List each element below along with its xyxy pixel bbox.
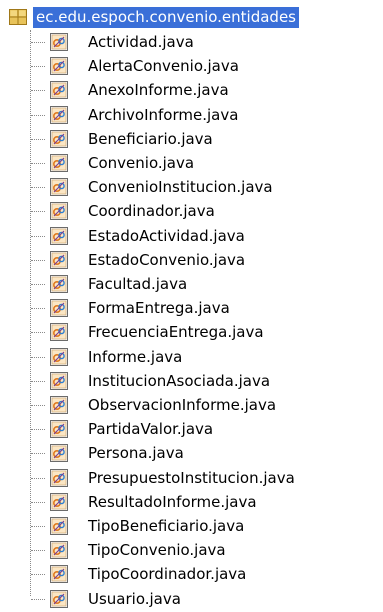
file-node[interactable]: ConvenioInstitucion.java xyxy=(0,175,383,199)
package-icon xyxy=(9,9,27,25)
file-label: Beneficiario.java xyxy=(88,129,213,148)
file-node[interactable]: EstadoActividad.java xyxy=(0,224,383,248)
java-file-icon xyxy=(50,178,68,197)
java-file-icon xyxy=(50,275,68,293)
project-tree: ec.edu.espoch.convenio.entidades Activid… xyxy=(0,0,383,608)
package-node[interactable]: ec.edu.espoch.convenio.entidades xyxy=(0,6,383,30)
java-file-icon xyxy=(50,444,68,463)
file-label: Coordinador.java xyxy=(88,202,215,221)
file-label: TipoBeneficiario.java xyxy=(88,517,245,535)
file-node[interactable]: Coordinador.java xyxy=(0,199,383,223)
file-node[interactable]: AnexoInforme.java xyxy=(0,78,383,102)
java-file-icon xyxy=(50,57,68,76)
file-label: EstadoConvenio.java xyxy=(88,250,246,269)
java-file-icon xyxy=(50,517,68,535)
java-file-icon xyxy=(50,105,68,124)
file-node[interactable]: AlertaConvenio.java xyxy=(0,54,383,78)
java-file-icon xyxy=(50,33,68,51)
file-label: FrecuenciaEntrega.java xyxy=(88,323,264,342)
file-node[interactable]: Usuario.java xyxy=(0,587,383,611)
file-label: ArchivoInforme.java xyxy=(88,105,239,124)
file-label: Actividad.java xyxy=(88,33,194,51)
file-node[interactable]: FrecuenciaEntrega.java xyxy=(0,320,383,344)
java-file-icon xyxy=(50,154,68,172)
file-label: FormaEntrega.java xyxy=(88,299,230,318)
java-file-icon xyxy=(50,129,68,148)
file-node[interactable]: PartidaValor.java xyxy=(0,417,383,441)
java-file-icon xyxy=(50,250,68,269)
file-node[interactable]: TipoConvenio.java xyxy=(0,538,383,562)
file-label: EstadoActividad.java xyxy=(88,226,245,245)
file-label: TipoCoordinador.java xyxy=(88,565,247,584)
file-label: AnexoInforme.java xyxy=(88,81,229,100)
file-node[interactable]: TipoBeneficiario.java xyxy=(0,514,383,538)
java-file-icon xyxy=(50,299,68,318)
java-file-icon xyxy=(50,371,68,390)
file-label: Usuario.java xyxy=(88,589,181,608)
java-file-icon xyxy=(50,541,68,560)
file-node[interactable]: PresupuestoInstitucion.java xyxy=(0,466,383,490)
file-label: InstitucionAsociada.java xyxy=(88,371,271,390)
file-label: ResultadoInforme.java xyxy=(88,492,257,511)
java-file-icon xyxy=(50,81,68,100)
file-label: ConvenioInstitucion.java xyxy=(88,178,273,197)
file-node[interactable]: Persona.java xyxy=(0,441,383,465)
file-node[interactable]: Actividad.java xyxy=(0,30,383,54)
java-file-icon xyxy=(50,226,68,245)
java-file-icon xyxy=(50,589,68,608)
file-node[interactable]: Informe.java xyxy=(0,345,383,369)
file-node[interactable]: Facultad.java xyxy=(0,272,383,296)
file-node[interactable]: ResultadoInforme.java xyxy=(0,490,383,514)
file-node[interactable]: Beneficiario.java xyxy=(0,127,383,151)
file-label: Convenio.java xyxy=(88,154,195,172)
file-label: PresupuestoInstitucion.java xyxy=(88,468,295,487)
package-label[interactable]: ec.edu.espoch.convenio.entidades xyxy=(33,7,299,28)
java-file-icon xyxy=(50,565,68,584)
java-file-icon xyxy=(50,420,68,439)
file-label: ObservacionInforme.java xyxy=(88,396,277,414)
file-label: AlertaConvenio.java xyxy=(88,57,239,76)
file-node[interactable]: EstadoConvenio.java xyxy=(0,248,383,272)
java-file-icon xyxy=(50,468,68,487)
file-node[interactable]: TipoCoordinador.java xyxy=(0,562,383,586)
java-file-icon xyxy=(50,492,68,511)
java-file-icon xyxy=(50,202,68,221)
file-label: Facultad.java xyxy=(88,275,188,293)
java-file-icon xyxy=(50,396,68,414)
file-node[interactable]: FormaEntrega.java xyxy=(0,296,383,320)
file-label: Informe.java xyxy=(88,347,183,366)
file-node[interactable]: Convenio.java xyxy=(0,151,383,175)
java-file-icon xyxy=(50,347,68,366)
file-label: TipoConvenio.java xyxy=(88,541,226,560)
file-node[interactable]: InstitucionAsociada.java xyxy=(0,369,383,393)
java-file-icon xyxy=(50,323,68,342)
file-node[interactable]: ArchivoInforme.java xyxy=(0,103,383,127)
file-node[interactable]: ObservacionInforme.java xyxy=(0,393,383,417)
file-label: Persona.java xyxy=(88,444,184,463)
file-label: PartidaValor.java xyxy=(88,420,214,439)
